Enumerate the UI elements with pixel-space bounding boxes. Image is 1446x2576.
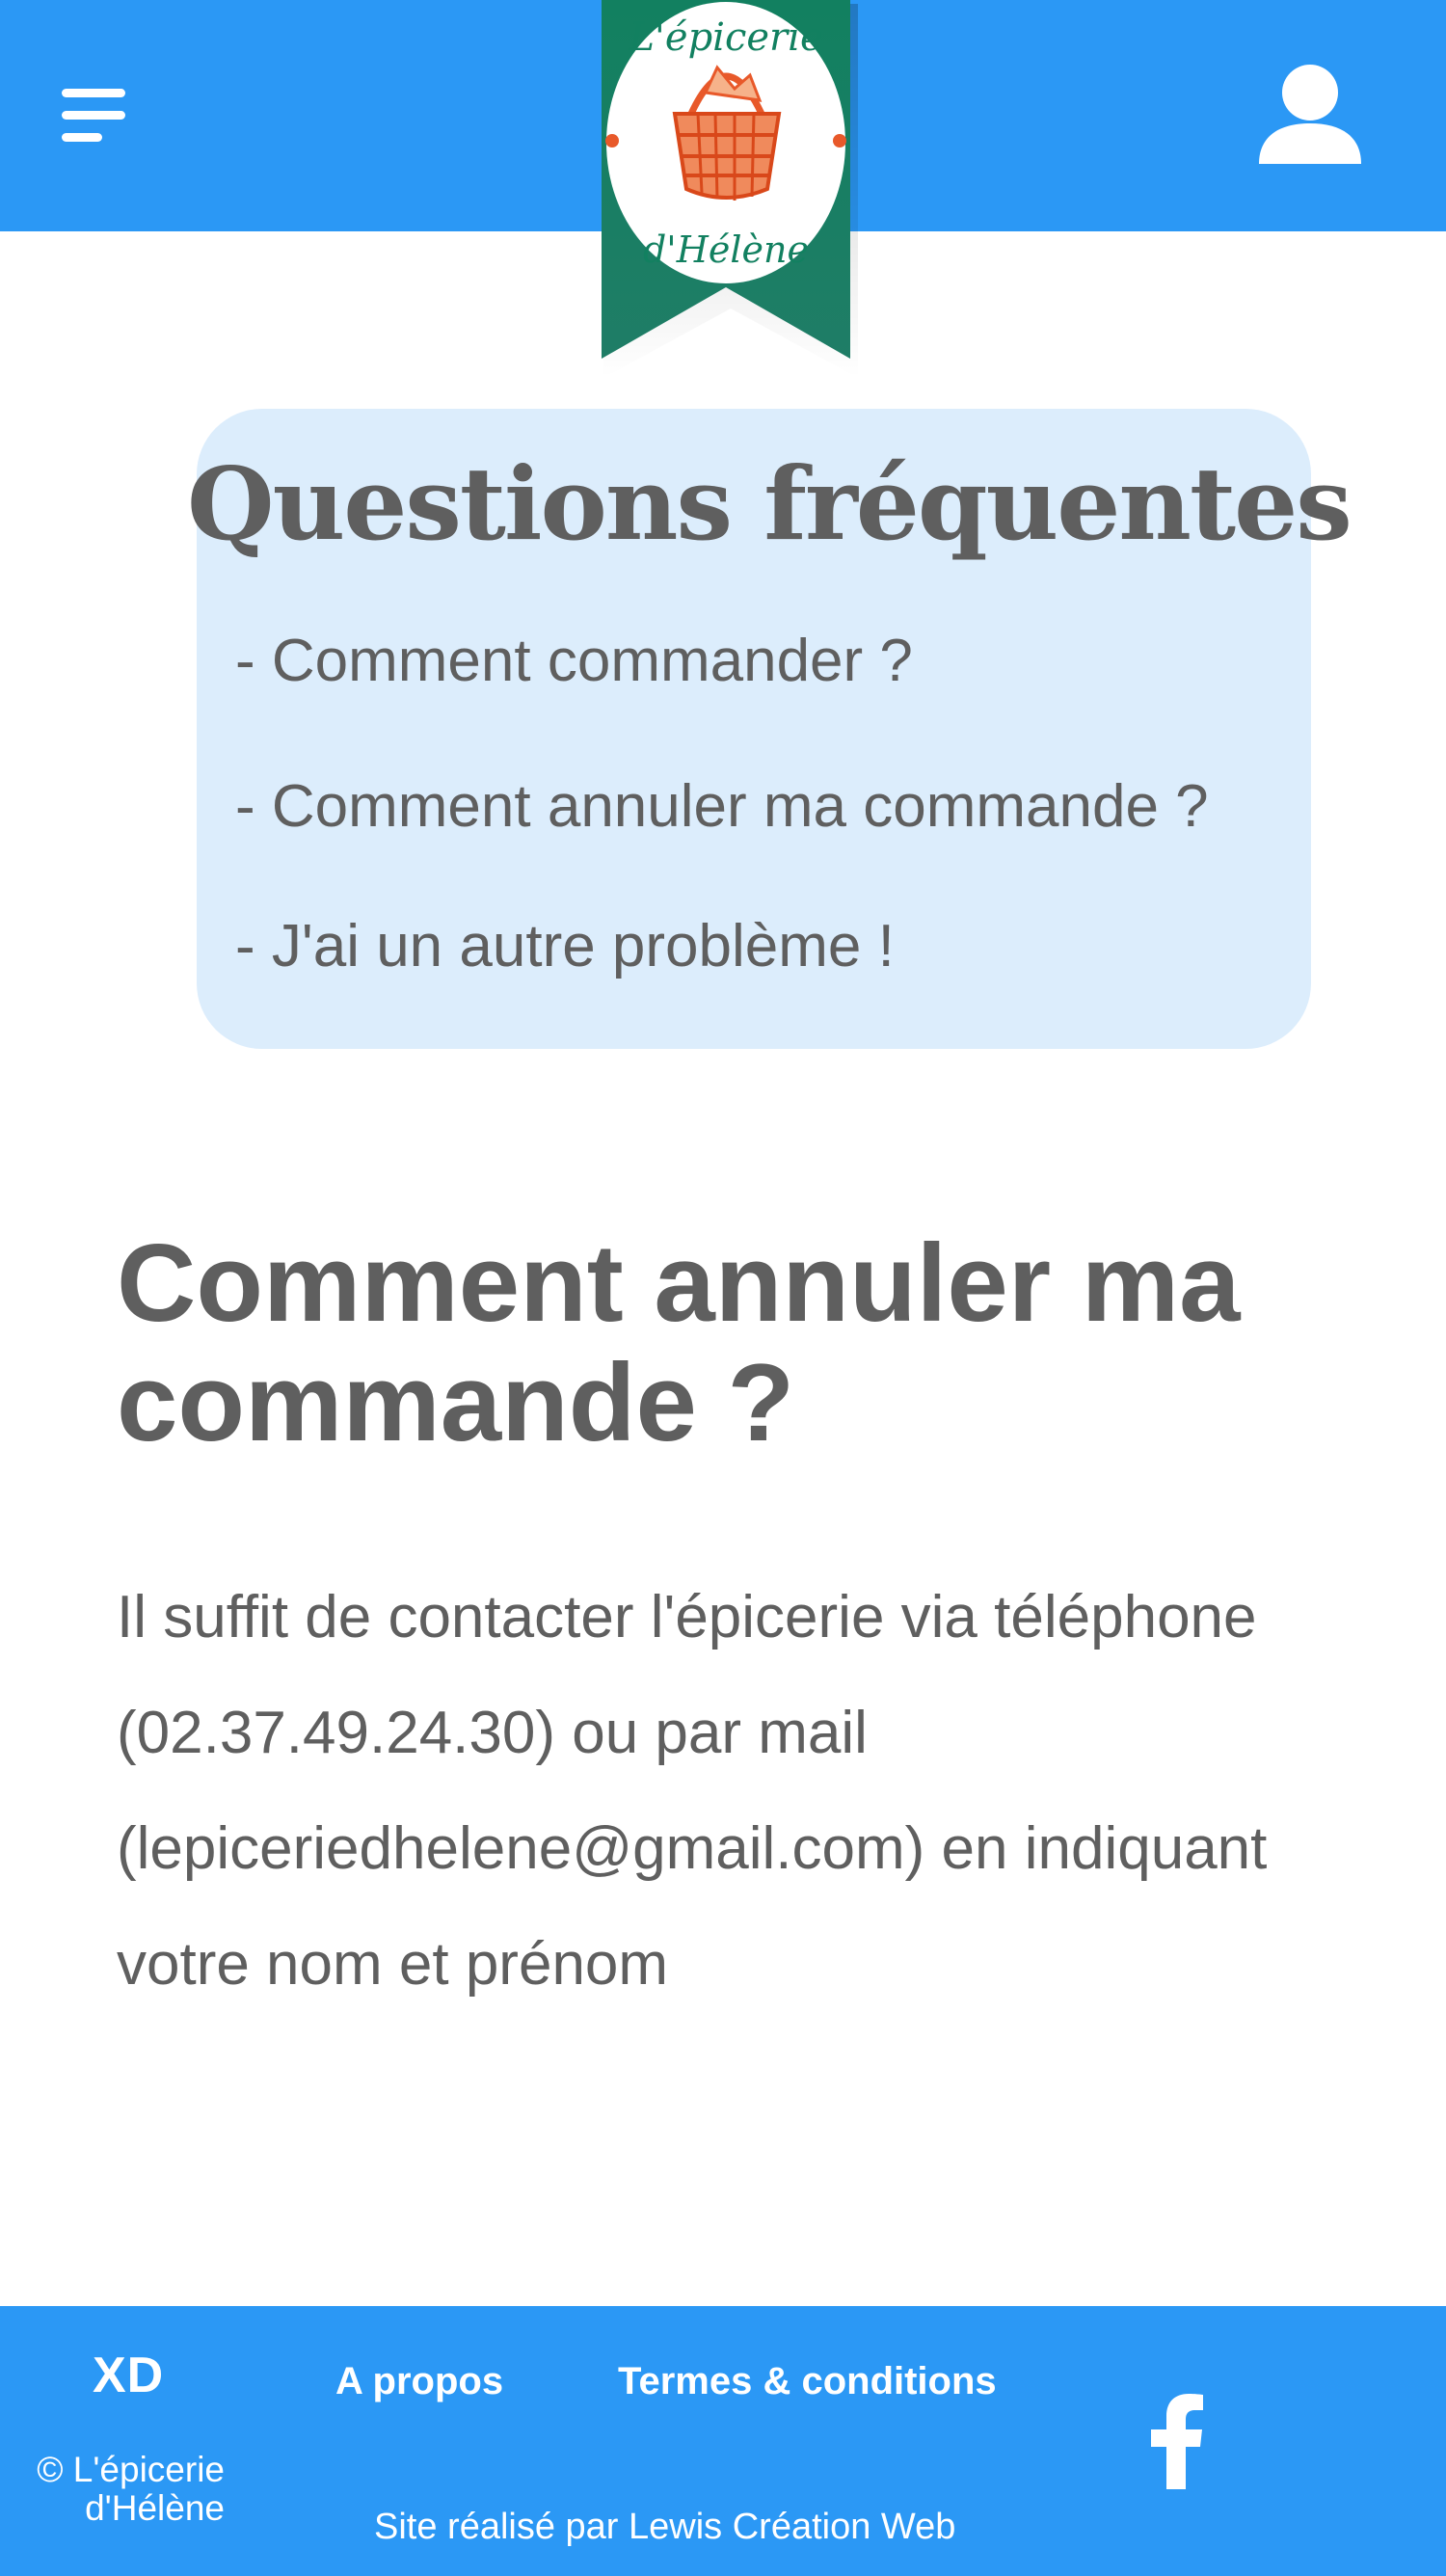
logo-text-top: L'épicerie	[628, 15, 822, 60]
footer-credit: Site réalisé par Lewis Création Web	[374, 2507, 956, 2547]
facebook-icon[interactable]	[1147, 2393, 1205, 2489]
faq-title: Questions fréquentes	[187, 444, 1352, 563]
footer-link-about[interactable]: A propos	[335, 2360, 503, 2403]
user-account-icon[interactable]	[1257, 64, 1363, 166]
footer-link-terms[interactable]: Termes & conditions	[618, 2360, 997, 2403]
footer-brand: XD	[93, 2348, 165, 2403]
site-footer: XD © L'épicerie d'Hélène A propos Termes…	[0, 2306, 1446, 2576]
site-logo[interactable]: L'épicerie d'Hélène	[590, 0, 879, 386]
logo-text-bottom: d'Hélène	[643, 228, 809, 271]
answer-title: Comment annuler ma commande ?	[117, 1222, 1241, 1464]
answer-text: Il suffit de contacter l'épicerie via té…	[117, 1584, 1268, 1998]
faq-link-how-to-order[interactable]: - Comment commander ?	[235, 623, 913, 700]
faq-link-cancel-order[interactable]: - Comment annuler ma commande ?	[235, 768, 1209, 845]
faq-link-other-problem[interactable]: - J'ai un autre problème !	[235, 908, 895, 985]
hamburger-menu-icon[interactable]	[62, 89, 125, 143]
footer-copyright: © L'épicerie d'Hélène	[37, 2450, 225, 2528]
